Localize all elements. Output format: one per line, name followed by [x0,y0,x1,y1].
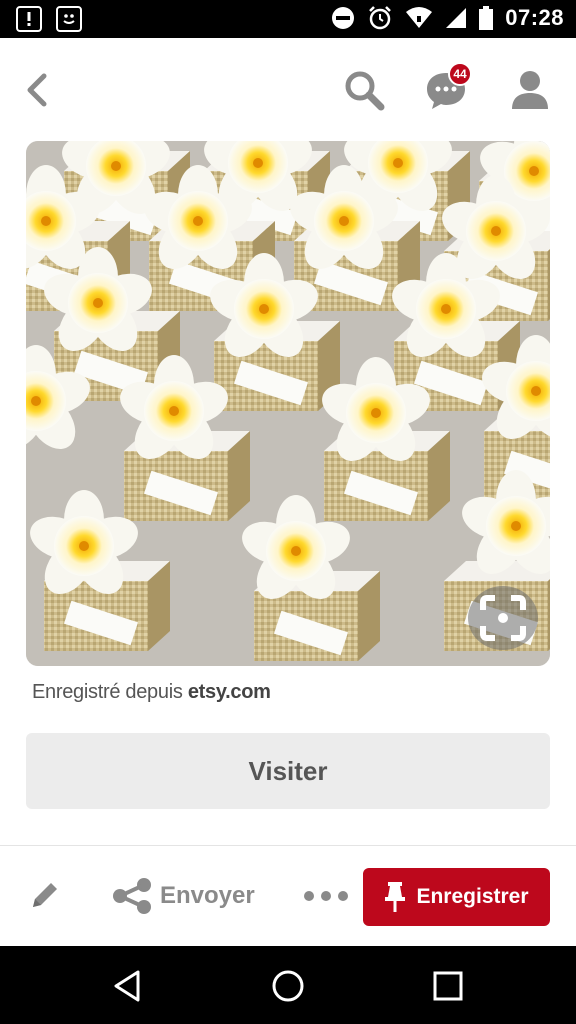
more-options-button[interactable] [304,886,348,906]
status-bar: 07:28 [0,0,576,38]
more-dot-icon [321,891,331,901]
profile-button[interactable] [506,66,554,114]
system-nav-bar [0,946,576,1024]
smiley-box-icon [56,6,82,32]
signal-icon [446,8,467,28]
search-button[interactable] [340,66,388,114]
send-button[interactable]: Envoyer [112,876,255,916]
visual-search-icon [480,595,526,641]
status-left-icons [16,6,82,32]
pin-image[interactable] [26,141,550,666]
status-right-icons: 07:28 [331,5,564,31]
source-domain-link[interactable]: etsy.com [188,681,271,703]
header: 44 [0,38,576,140]
nav-recents-icon [433,971,463,1001]
send-label: Envoyer [160,882,255,909]
visual-search-button[interactable] [468,586,538,650]
back-button[interactable] [20,70,54,110]
nav-home-icon [272,970,304,1002]
nav-recents-button[interactable] [428,966,468,1006]
profile-icon [512,71,548,109]
action-bar: Envoyer Enregistrer [0,846,576,946]
save-label: Enregistrer [416,885,529,908]
notification-badge: 44 [448,62,472,86]
edit-button[interactable] [28,878,62,912]
back-arrow-icon [27,73,47,107]
more-dot-icon [338,891,348,901]
pin-source: Enregistré depuis etsy.com [32,681,271,704]
alarm-icon [369,6,392,30]
status-time: 07:28 [505,5,564,30]
share-icon [113,878,151,914]
pencil-icon [33,883,57,907]
pin-icon [385,882,406,912]
battery-icon [479,6,494,30]
nav-back-button[interactable] [108,966,148,1006]
save-button[interactable]: Enregistrer [363,868,550,926]
nav-back-icon [114,970,140,1002]
visit-button[interactable]: Visiter [26,733,550,809]
dnd-icon [332,7,355,29]
search-icon [345,71,385,111]
nav-home-button[interactable] [268,966,308,1006]
wifi-icon [406,7,433,28]
source-prefix: Enregistré depuis [32,681,188,703]
flower-favor-boxes-image [26,141,550,666]
visit-button-label: Visiter [248,755,328,786]
alert-box-icon [16,6,42,32]
more-dot-icon [304,891,314,901]
